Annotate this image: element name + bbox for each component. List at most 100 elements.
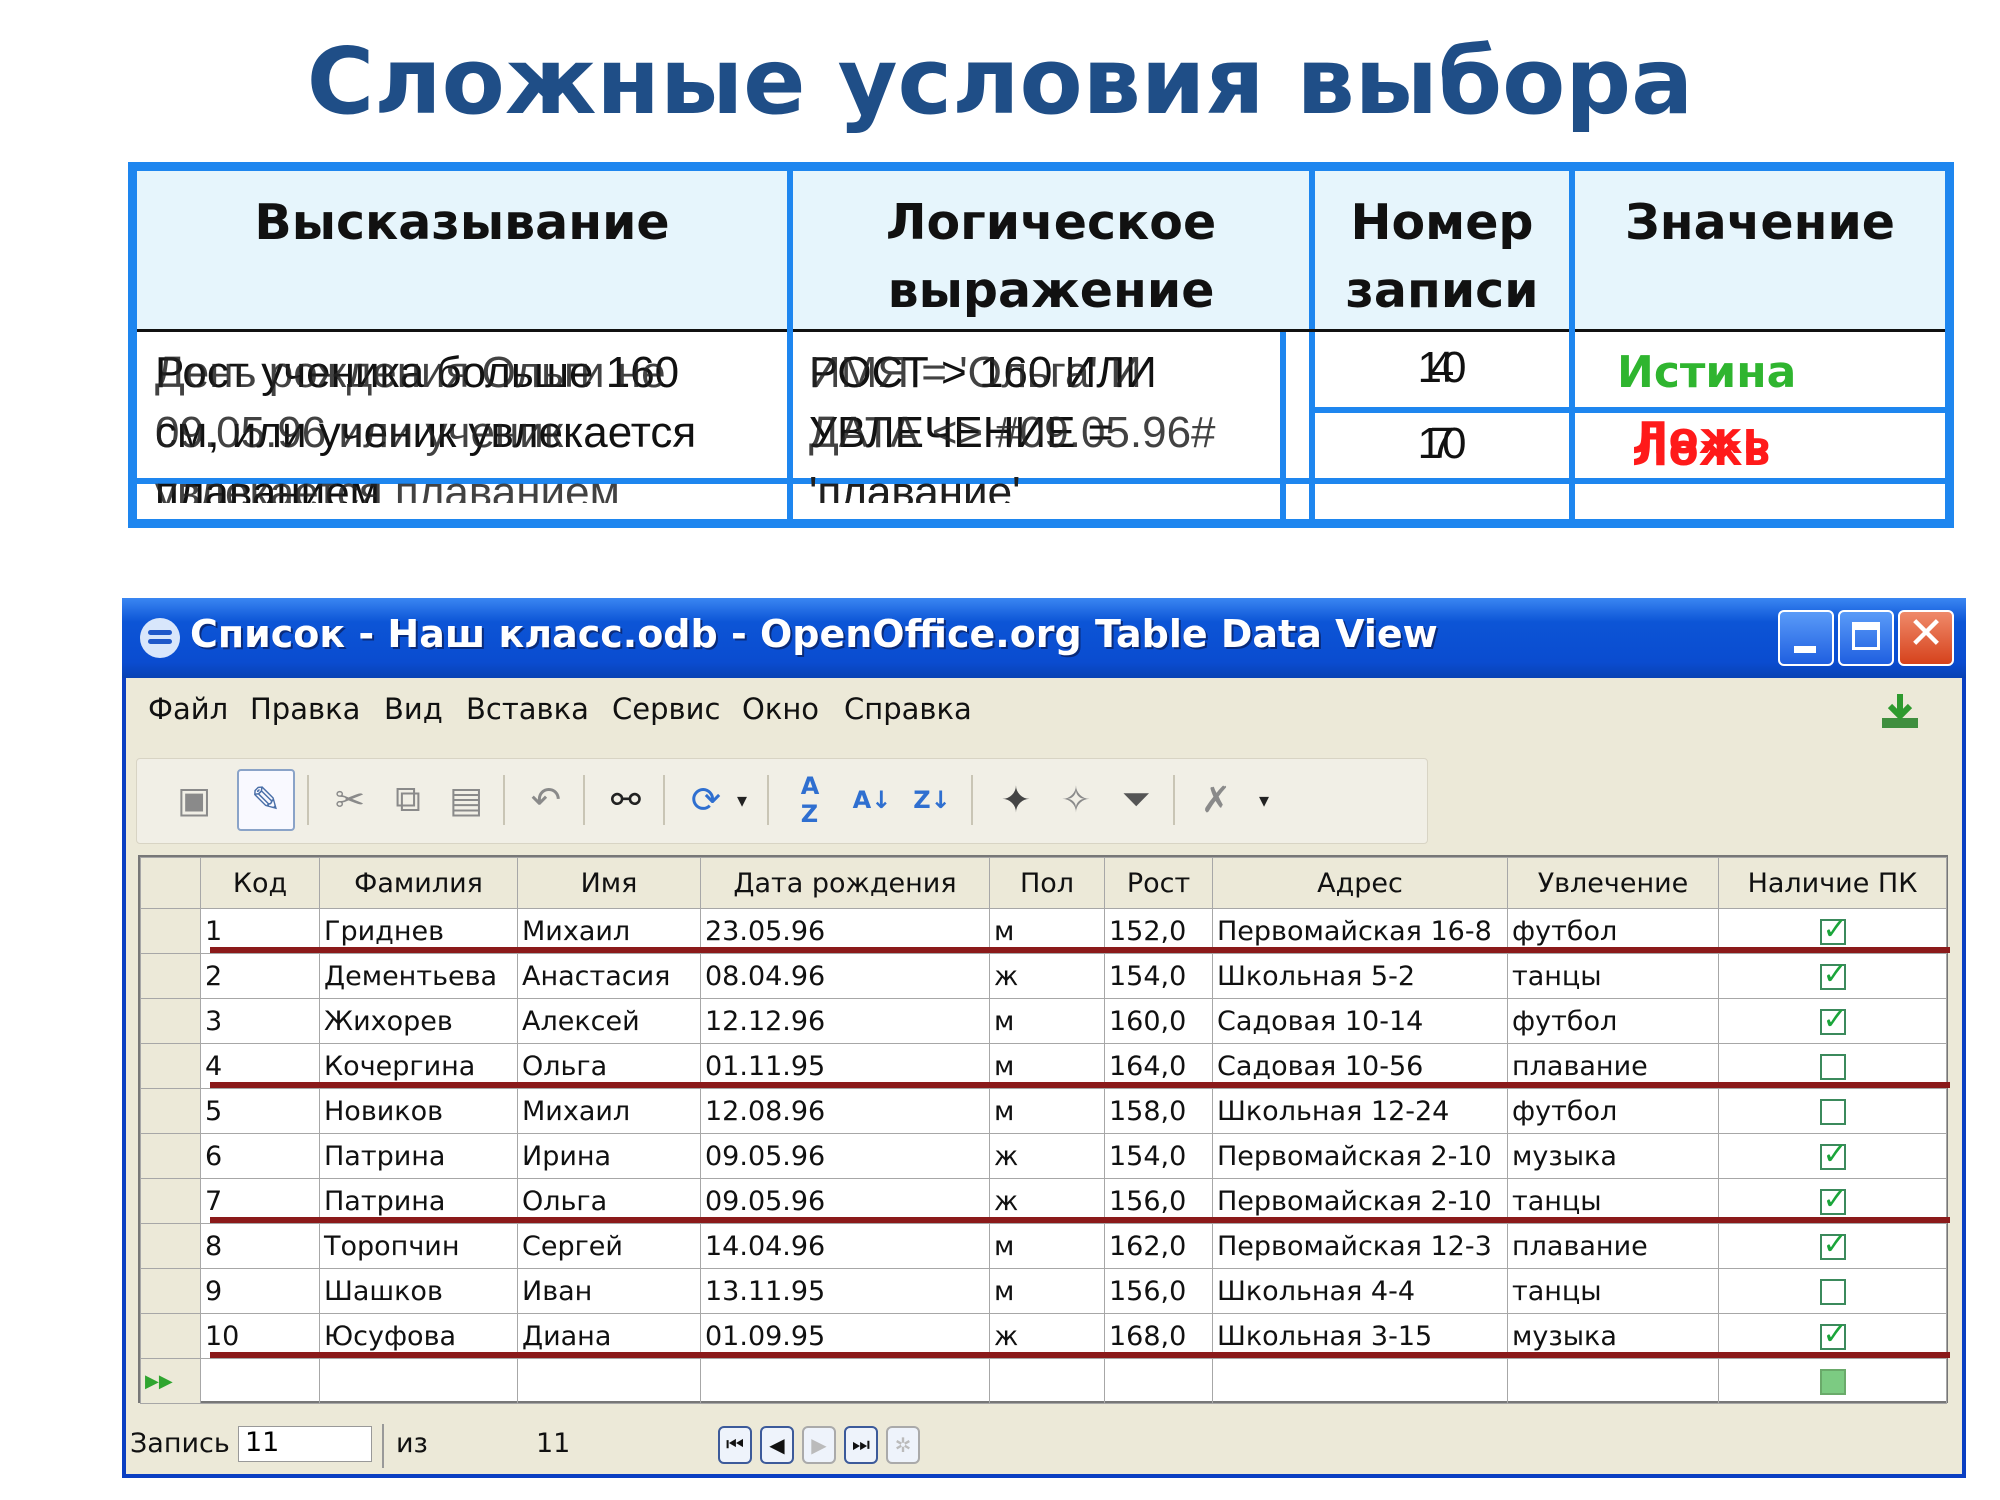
cell-birthdate[interactable]: 14.04.96 [700, 1223, 990, 1269]
checkbox-checked[interactable] [1819, 1002, 1848, 1037]
sort-descending-icon[interactable]: Z↓ [903, 769, 961, 831]
cell-height[interactable]: 154,0 [1104, 1133, 1213, 1179]
sort-icon[interactable]: AZ [781, 769, 839, 831]
cell-has-pc[interactable] [1718, 1223, 1947, 1269]
maximize-button[interactable] [1838, 610, 1894, 666]
checkbox-unchecked[interactable] [1819, 1099, 1846, 1125]
column-header-height[interactable]: Рост [1104, 857, 1213, 909]
menu-tools[interactable]: Сервис [612, 692, 720, 726]
standard-filter-icon[interactable]: ✧ [1047, 769, 1105, 831]
table-row[interactable]: 3 Жихорев Алексей 12.12.96 м 160,0 Садовая 10-… [140, 998, 1947, 1044]
cell-code[interactable]: 3 [200, 998, 320, 1044]
new-row-indicator-icon[interactable]: ▶▶ [140, 1358, 201, 1404]
cell-surname[interactable]: Шашков [319, 1268, 518, 1314]
cell-surname[interactable]: Торопчин [319, 1223, 518, 1269]
menu-file[interactable]: Файл [148, 692, 228, 726]
row-selector[interactable] [140, 1178, 201, 1224]
cell-address[interactable]: Первомайская 2-10 [1212, 1133, 1508, 1179]
cell-birthdate[interactable]: 08.04.96 [700, 953, 990, 999]
checkbox-checked[interactable] [1819, 1137, 1848, 1172]
cell-code[interactable]: 6 [200, 1133, 320, 1179]
cell-hobby[interactable]: танцы [1507, 1268, 1719, 1314]
row-selector[interactable] [140, 953, 201, 999]
remove-filter-icon[interactable]: ✗ [1187, 769, 1245, 831]
save-icon[interactable]: ▣ [165, 769, 223, 831]
record-number-field[interactable]: 11 [238, 1426, 372, 1462]
checkbox-unchecked[interactable] [1819, 1279, 1846, 1305]
cell-height[interactable]: 156,0 [1104, 1268, 1213, 1314]
cell-birthdate[interactable]: 12.12.96 [700, 998, 990, 1044]
cell-has-pc[interactable] [1718, 1088, 1947, 1134]
cell-code[interactable]: 9 [200, 1268, 320, 1314]
cell-has-pc[interactable] [1718, 953, 1947, 999]
cell-gender[interactable]: ж [989, 1133, 1105, 1179]
column-header-gender[interactable]: Пол [989, 857, 1105, 909]
column-header-code[interactable]: Код [200, 857, 320, 909]
column-header-hobby[interactable]: Увлечение [1507, 857, 1719, 909]
cell-code[interactable]: 2 [200, 953, 320, 999]
cell-hobby[interactable]: футбол [1507, 998, 1719, 1044]
cell-address[interactable]: Школьная 4-4 [1212, 1268, 1508, 1314]
checkbox-checked[interactable] [1819, 1182, 1848, 1217]
cell-address[interactable]: Садовая 10-14 [1212, 998, 1508, 1044]
cell-height[interactable]: 160,0 [1104, 998, 1213, 1044]
cell-birthdate[interactable]: 13.11.95 [700, 1268, 990, 1314]
new-cell[interactable] [200, 1358, 320, 1404]
row-selector[interactable] [140, 1223, 201, 1269]
menu-view[interactable]: Вид [384, 692, 443, 726]
cell-name[interactable]: Анастасия [517, 953, 701, 999]
checkbox-checked[interactable] [1819, 1227, 1848, 1262]
new-cell[interactable] [319, 1358, 518, 1404]
cut-icon[interactable]: ✂ [321, 769, 379, 831]
new-record-button[interactable]: ✲ [886, 1426, 920, 1464]
dropdown-arrow-icon[interactable]: ▾ [727, 769, 757, 831]
menu-insert[interactable]: Вставка [466, 692, 589, 726]
cell-surname[interactable]: Дементьева [319, 953, 518, 999]
row-selector[interactable] [140, 1088, 201, 1134]
cell-code[interactable]: 8 [200, 1223, 320, 1269]
cell-gender[interactable]: м [989, 1268, 1105, 1314]
cell-gender[interactable]: ж [989, 953, 1105, 999]
autofilter-icon[interactable]: ✦ [987, 769, 1045, 831]
new-cell-has-pc[interactable] [1718, 1358, 1947, 1404]
column-header-name[interactable]: Имя [517, 857, 701, 909]
next-record-button[interactable]: ▶ [802, 1426, 836, 1464]
row-selector[interactable] [140, 1313, 201, 1359]
cell-surname[interactable]: Патрина [319, 1133, 518, 1179]
title-bar[interactable]: Список - Наш класс.odb - OpenOffice.org … [122, 598, 1966, 678]
checkbox-indeterminate[interactable] [1819, 1369, 1846, 1395]
checkbox-unchecked[interactable] [1819, 1054, 1846, 1080]
checkbox-checked[interactable] [1819, 1317, 1848, 1352]
menu-window[interactable]: Окно [742, 692, 819, 726]
close-button[interactable]: ✕ [1898, 608, 1954, 666]
new-cell[interactable] [1212, 1358, 1508, 1404]
minimize-button[interactable] [1778, 610, 1834, 666]
cell-hobby[interactable]: танцы [1507, 953, 1719, 999]
paste-icon[interactable]: ▤ [437, 769, 495, 831]
cell-name[interactable]: Ирина [517, 1133, 701, 1179]
cell-name[interactable]: Сергей [517, 1223, 701, 1269]
sort-ascending-icon[interactable]: A↓ [843, 769, 901, 831]
cell-height[interactable]: 154,0 [1104, 953, 1213, 999]
cell-address[interactable]: Школьная 12-24 [1212, 1088, 1508, 1134]
row-selector[interactable] [140, 1133, 201, 1179]
row-selector[interactable] [140, 998, 201, 1044]
cell-gender[interactable]: м [989, 1088, 1105, 1134]
cell-height[interactable]: 162,0 [1104, 1223, 1213, 1269]
row-selector[interactable] [140, 1043, 201, 1089]
more-icon[interactable]: ▾ [1249, 769, 1279, 831]
download-icon[interactable] [1878, 692, 1922, 732]
copy-icon[interactable]: ⧉ [379, 769, 437, 831]
cell-code[interactable]: 5 [200, 1088, 320, 1134]
cell-address[interactable]: Школьная 5-2 [1212, 953, 1508, 999]
column-header-birthdate[interactable]: Дата рождения [700, 857, 990, 909]
new-record-row[interactable]: ▶▶ [140, 1358, 1947, 1404]
new-cell[interactable] [1104, 1358, 1213, 1404]
column-header-address[interactable]: Адрес [1212, 857, 1508, 909]
table-row[interactable]: 2 Дементьева Анастасия 08.04.96 ж 154,0 Школьн… [140, 953, 1947, 999]
cell-name[interactable]: Михаил [517, 1088, 701, 1134]
new-cell[interactable] [700, 1358, 990, 1404]
find-icon[interactable]: ⚯ [597, 769, 655, 831]
new-cell[interactable] [517, 1358, 701, 1404]
new-cell[interactable] [989, 1358, 1105, 1404]
